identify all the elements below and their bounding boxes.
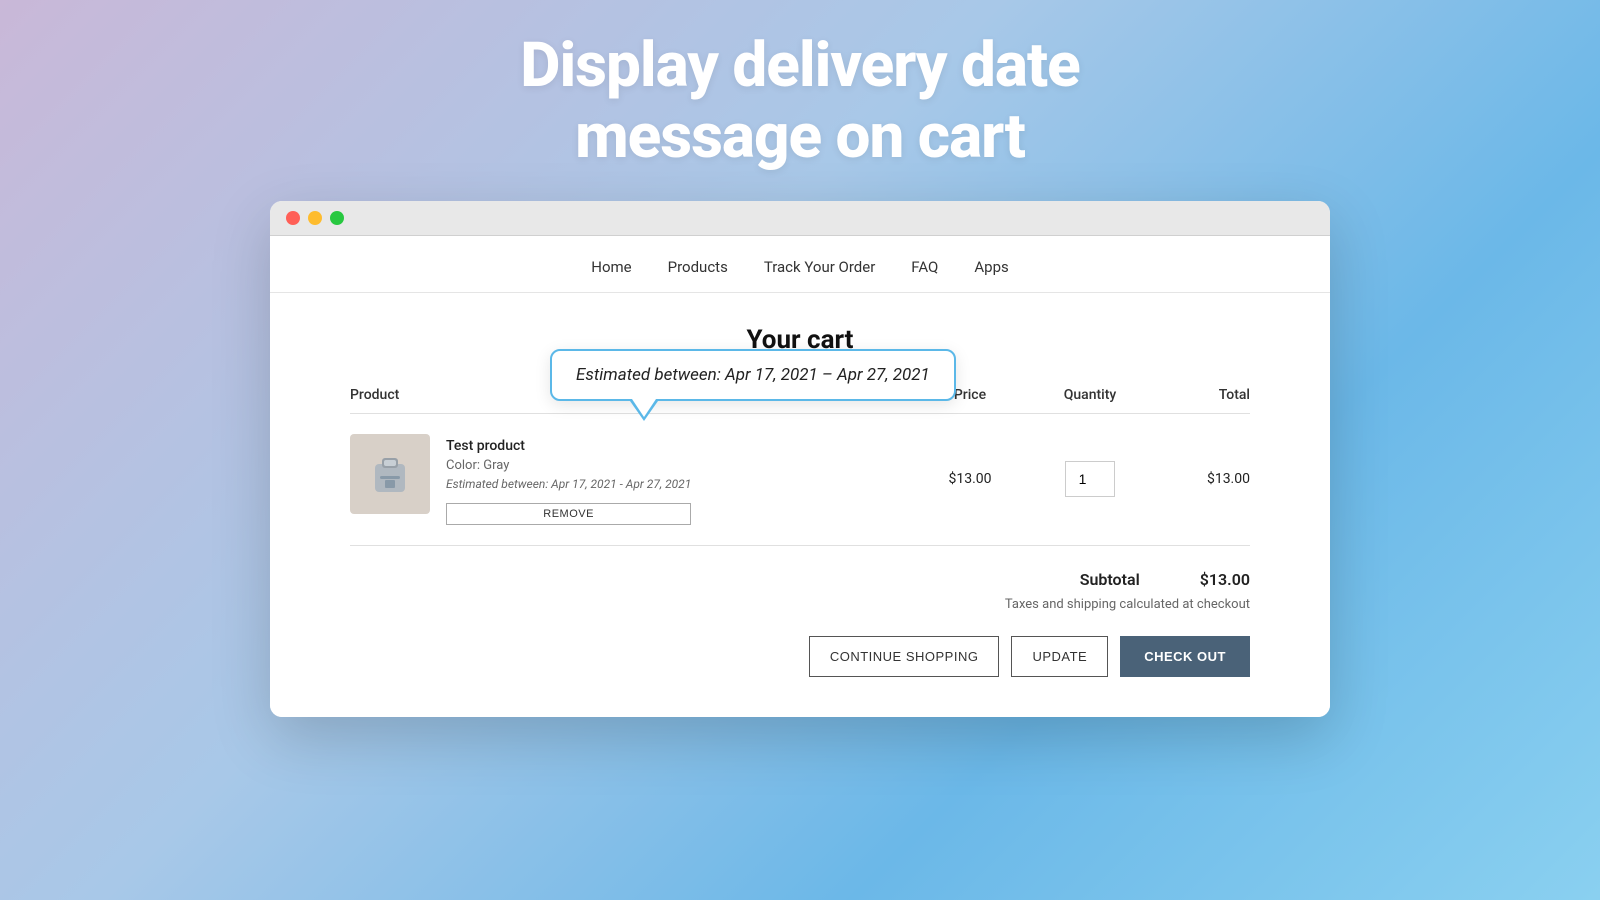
delivery-tooltip: Estimated between: Apr 17, 2021 – Apr 27…: [550, 349, 956, 401]
nav-track-order[interactable]: Track Your Order: [764, 258, 875, 276]
nav-products[interactable]: Products: [668, 258, 728, 276]
browser-toolbar: [270, 201, 1330, 236]
product-price: $13.00: [910, 471, 1030, 487]
continue-shopping-button[interactable]: CONTINUE SHOPPING: [809, 636, 1000, 677]
update-button[interactable]: UPDATE: [1011, 636, 1108, 677]
maximize-dot[interactable]: [330, 211, 344, 225]
checkout-button[interactable]: CHECK OUT: [1120, 636, 1250, 677]
subtotal-row: Subtotal $13.00: [1080, 570, 1250, 589]
remove-button[interactable]: REMOVE: [446, 503, 691, 525]
taxes-note: Taxes and shipping calculated at checkou…: [1005, 597, 1250, 612]
nav-apps[interactable]: Apps: [974, 258, 1008, 276]
product-color: Color: Gray: [446, 458, 691, 473]
cart-row: Estimated between: Apr 17, 2021 – Apr 27…: [350, 414, 1250, 546]
minimize-dot[interactable]: [308, 211, 322, 225]
browser-content: Home Products Track Your Order FAQ Apps …: [270, 236, 1330, 717]
cart-container: Your cart Product Price Quantity Total E…: [270, 293, 1330, 717]
product-total: $13.00: [1150, 471, 1250, 487]
browser-window: Home Products Track Your Order FAQ Apps …: [270, 201, 1330, 717]
product-info: Test product Color: Gray Estimated betwe…: [350, 434, 910, 525]
product-details: Test product Color: Gray Estimated betwe…: [446, 434, 691, 525]
subtotal-amount: $13.00: [1200, 570, 1250, 589]
header-quantity: Quantity: [1030, 387, 1150, 403]
quantity-cell: [1030, 461, 1150, 497]
product-image: [350, 434, 430, 514]
store-nav: Home Products Track Your Order FAQ Apps: [270, 236, 1330, 293]
nav-faq[interactable]: FAQ: [911, 258, 938, 276]
subtotal-label: Subtotal: [1080, 570, 1140, 589]
product-name: Test product: [446, 438, 691, 454]
header-total: Total: [1150, 387, 1250, 403]
quantity-input[interactable]: [1065, 461, 1115, 497]
product-delivery-text: Estimated between: Apr 17, 2021 - Apr 27…: [446, 477, 691, 491]
cart-actions: CONTINUE SHOPPING UPDATE CHECK OUT: [809, 636, 1250, 677]
close-dot[interactable]: [286, 211, 300, 225]
nav-home[interactable]: Home: [591, 258, 631, 276]
cart-footer: Subtotal $13.00 Taxes and shipping calcu…: [350, 570, 1250, 677]
hero-title: Display delivery date message on cart: [520, 30, 1080, 173]
